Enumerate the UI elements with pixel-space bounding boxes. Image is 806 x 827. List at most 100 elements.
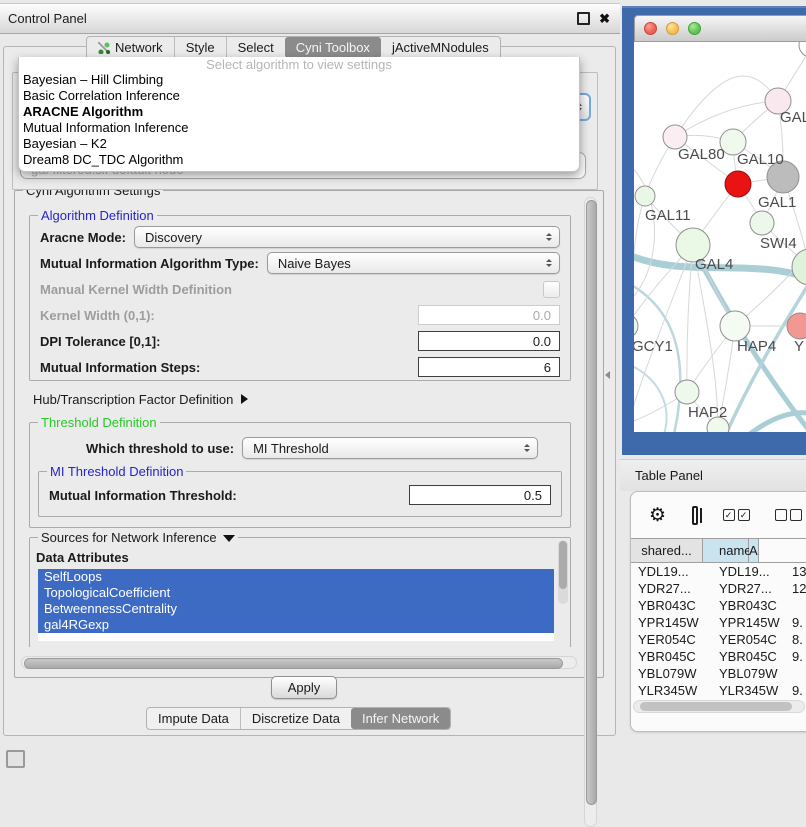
- attribute-list-scrollbar[interactable]: [558, 540, 568, 604]
- control-panel-tabs: Network Style Select Cyni Toolbox jActiv…: [86, 36, 501, 58]
- network-node-label: HAP4: [737, 338, 776, 355]
- which-threshold-label: Which threshold to use:: [86, 441, 234, 456]
- network-node[interactable]: [725, 171, 751, 197]
- network-node-label: GAL10: [737, 151, 784, 168]
- combobox-arrows-icon: [524, 444, 537, 452]
- mi-steps-label: Mutual Information Steps:: [40, 360, 200, 375]
- tab[interactable]: Network: [87, 37, 174, 58]
- table-row[interactable]: YDR27... YDR27... 12: [631, 580, 806, 597]
- network-canvas[interactable]: GALGAL80GAL10GAL1GAL11SWI4GAL4HAP4YGCY1H…: [634, 42, 806, 432]
- network-edge: [634, 162, 655, 304]
- deselect-all-checkboxes-icon[interactable]: [775, 509, 802, 521]
- network-node[interactable]: [635, 186, 655, 206]
- network-node[interactable]: [675, 380, 699, 404]
- table-row[interactable]: YBR043C YBR043C: [631, 597, 806, 614]
- dropdown-item[interactable]: ARACNE Algorithm: [19, 104, 579, 120]
- control-panel-titlebar: Control Panel ✖: [0, 3, 620, 34]
- tab[interactable]: Impute Data: [147, 708, 240, 729]
- tab[interactable]: jActiveMNodules: [381, 37, 500, 58]
- table-row[interactable]: YBR045C YBR045C 9.: [631, 648, 806, 665]
- network-node[interactable]: [634, 314, 638, 338]
- tab[interactable]: Style: [174, 37, 226, 58]
- network-view-window: GALGAL80GAL10GAL1GAL11SWI4GAL4HAP4YGCY1H…: [622, 6, 806, 455]
- expand-arrow-icon: [241, 394, 248, 404]
- node-table-card: ⚙ shared... name A YDL19... YDL19... 13 …: [630, 491, 806, 732]
- network-node[interactable]: [792, 249, 806, 285]
- network-node[interactable]: [720, 311, 750, 341]
- algorithm-definition-group: Algorithm Definition Aracne Mode: Discov…: [29, 215, 571, 381]
- aracne-mode-combobox[interactable]: Discovery: [134, 226, 560, 248]
- control-panel-title: Control Panel: [8, 11, 87, 26]
- screen: { "control_panel": { "title": "Control P…: [0, 0, 806, 762]
- column-header[interactable]: shared...: [631, 539, 703, 562]
- table-horizontal-scrollbar[interactable]: [633, 700, 805, 713]
- network-node-label: HAP2: [688, 404, 727, 421]
- threshold-combobox[interactable]: MI Threshold: [242, 437, 538, 459]
- dropdown-item[interactable]: Mutual Information Inference: [19, 120, 579, 136]
- mi-threshold-field[interactable]: 0.5: [409, 485, 551, 505]
- data-attributes-list[interactable]: SelfLoops TopologicalCoefficient Between…: [38, 569, 554, 641]
- manual-kernel-checkbox[interactable]: [543, 281, 560, 298]
- split-pane-collapse-icon[interactable]: [605, 371, 610, 379]
- attribute-list-item[interactable]: BetweennessCentrality: [38, 601, 554, 617]
- select-all-checkboxes-icon[interactable]: [723, 509, 750, 521]
- minimize-traffic-light-icon[interactable]: [666, 22, 679, 35]
- network-node[interactable]: [750, 211, 774, 235]
- tab[interactable]: Select: [226, 37, 285, 58]
- kernel-width-field[interactable]: 0.0: [418, 305, 560, 325]
- tab[interactable]: Cyni Toolbox: [285, 37, 381, 58]
- collapse-arrow-icon: [223, 535, 235, 542]
- algorithm-dropdown-list: Select algorithm to view settings Bayesi…: [18, 57, 580, 172]
- mi-type-combobox[interactable]: Naive Bayes: [267, 252, 560, 274]
- table-rows: YDL19... YDL19... 13 YDR27... YDR27... 1…: [631, 563, 806, 716]
- table-row[interactable]: YDL19... YDL19... 13: [631, 563, 806, 580]
- settings-horizontal-scrollbar[interactable]: [21, 656, 577, 669]
- hub-definition-expander[interactable]: Hub/Transcription Factor Definition: [21, 386, 579, 412]
- dropdown-item[interactable]: Basic Correlation Inference: [19, 88, 579, 104]
- column-header[interactable]: name: [703, 539, 749, 562]
- combobox-arrows-icon: [546, 233, 559, 241]
- network-node-label: GAL80: [678, 146, 725, 163]
- network-edge: [634, 280, 680, 432]
- table-panel-titlebar: Table Panel: [620, 459, 806, 491]
- apply-button[interactable]: Apply: [271, 676, 337, 699]
- table-row[interactable]: YLR345W YLR345W 9.: [631, 682, 806, 699]
- table-header-row: shared... name A: [631, 538, 806, 563]
- tab[interactable]: Discretize Data: [240, 708, 351, 729]
- network-node-label: Y: [794, 338, 804, 355]
- gear-icon[interactable]: ⚙: [649, 506, 666, 525]
- network-node-label: GAL4: [695, 256, 733, 273]
- cyni-bottom-tabs: Impute Data Discretize Data Infer Networ…: [146, 707, 451, 730]
- mi-type-label: Mutual Information Algorithm Type:: [40, 256, 259, 271]
- dropdown-item[interactable]: Bayesian – Hill Climbing: [19, 72, 579, 88]
- table-row[interactable]: YBL079W YBL079W: [631, 665, 806, 682]
- attribute-list-item[interactable]: SelfLoops: [38, 569, 554, 585]
- tab[interactable]: Infer Network: [351, 708, 450, 729]
- table-row[interactable]: YER054C YER054C 8.: [631, 631, 806, 648]
- sources-group-title[interactable]: Sources for Network Inference: [38, 530, 238, 545]
- zoom-traffic-light-icon[interactable]: [688, 22, 701, 35]
- attribute-list-item[interactable]: TopologicalCoefficient: [38, 585, 554, 601]
- table-toolbar: ⚙: [631, 492, 806, 538]
- dropdown-item[interactable]: Dream8 DC_TDC Algorithm: [19, 152, 579, 168]
- dropdown-item[interactable]: Bayesian – K2: [19, 136, 579, 152]
- dropdown-items: Bayesian – Hill Climbing Basic Correlati…: [19, 72, 579, 168]
- network-window-titlebar[interactable]: [634, 15, 806, 42]
- float-window-icon[interactable]: [577, 12, 590, 25]
- close-traffic-light-icon[interactable]: [644, 22, 657, 35]
- column-header[interactable]: A: [749, 539, 759, 562]
- network-node-label: GAL: [780, 109, 806, 126]
- dpi-tolerance-field[interactable]: 0.0: [418, 331, 560, 351]
- network-node-label: GCY1: [634, 338, 673, 355]
- network-node[interactable]: [799, 42, 806, 57]
- table-panel-title: Table Panel: [635, 468, 703, 483]
- split-panel-icon[interactable]: [692, 506, 698, 525]
- manual-kernel-label: Manual Kernel Width Definition: [40, 282, 232, 297]
- attribute-list-item[interactable]: gal4RGexp: [38, 617, 554, 633]
- close-icon[interactable]: ✖: [599, 13, 610, 25]
- settings-vertical-scrollbar[interactable]: [584, 197, 597, 827]
- dpi-tolerance-label: DPI Tolerance [0,1]:: [40, 334, 160, 349]
- table-row[interactable]: YPR145W YPR145W 9.: [631, 614, 806, 631]
- minimized-panel-icon[interactable]: [6, 750, 25, 768]
- mi-steps-field[interactable]: 6: [418, 357, 560, 377]
